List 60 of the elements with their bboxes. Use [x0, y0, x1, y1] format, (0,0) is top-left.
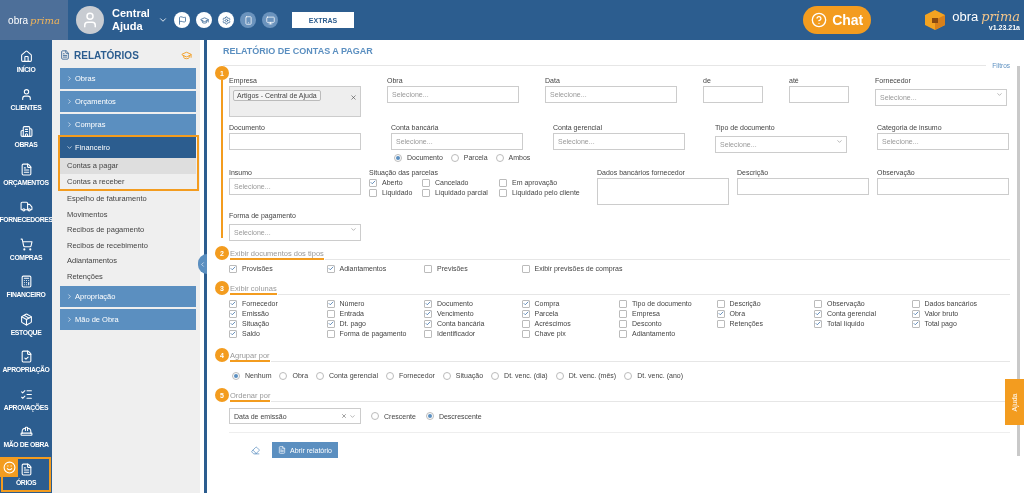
- checkmark-icon: [370, 179, 376, 186]
- document-icon[interactable]: [19, 162, 33, 176]
- chevron-down-icon: [66, 144, 73, 151]
- monitor-button[interactable]: [262, 12, 278, 28]
- document-icon[interactable]: [19, 462, 33, 476]
- help-icon: [811, 12, 828, 28]
- checkmark-icon: [230, 265, 236, 272]
- sidebar-title: RELATÓRIOS: [74, 49, 139, 61]
- collapse-tab[interactable]: [198, 254, 207, 274]
- flag-icon: [177, 15, 187, 25]
- avatar[interactable]: [76, 6, 104, 34]
- clear-icon[interactable]: [341, 413, 347, 419]
- checklist-icon[interactable]: [19, 387, 33, 401]
- buildings-icon[interactable]: [19, 125, 33, 139]
- caret-icon: [350, 226, 357, 233]
- document-icon: [278, 446, 286, 454]
- truck-icon[interactable]: [19, 200, 33, 214]
- input-field[interactable]: [703, 86, 763, 103]
- user-name[interactable]: Central Ajuda: [112, 7, 158, 33]
- home-icon[interactable]: [19, 50, 33, 64]
- checkmark-icon: [717, 310, 724, 317]
- clear-icon[interactable]: [350, 94, 357, 101]
- chevron-right-icon: [66, 98, 73, 105]
- settings-icon: [221, 15, 231, 25]
- chevron-right-icon: [66, 75, 73, 82]
- input-field[interactable]: [789, 86, 849, 103]
- caret-icon: [996, 91, 1003, 98]
- chevron-right-icon: [66, 293, 73, 300]
- checkmark-icon: [327, 265, 334, 272]
- flag-button[interactable]: [174, 12, 190, 28]
- monitor-icon: [265, 15, 275, 25]
- chevron-icon[interactable]: [158, 15, 168, 25]
- checkmark-icon: [327, 300, 334, 307]
- graduation-cap-icon: [199, 15, 209, 25]
- brand-name: obra prima: [952, 9, 1020, 24]
- graduation-cap-button[interactable]: [196, 12, 212, 28]
- user-icon[interactable]: [19, 87, 33, 101]
- user-icon: [81, 11, 99, 29]
- document-check-icon[interactable]: [19, 350, 33, 364]
- calculator-icon[interactable]: [19, 275, 33, 289]
- input-field[interactable]: [229, 133, 361, 150]
- chevron-right-icon: [66, 121, 73, 128]
- cube-logo-icon: [923, 8, 948, 32]
- caret-icon: [349, 412, 356, 420]
- phone-icon: [243, 15, 253, 25]
- cart-icon[interactable]: [19, 237, 33, 251]
- document-icon: [60, 50, 70, 60]
- input-field[interactable]: [737, 178, 869, 195]
- settings-button[interactable]: [218, 12, 234, 28]
- caret-icon: [836, 138, 843, 145]
- input-field[interactable]: [877, 178, 1009, 195]
- phone-button[interactable]: [240, 12, 256, 28]
- page-title: RELATÓRIO DE CONTAS A PAGAR: [223, 46, 374, 58]
- chevron-right-icon: [66, 316, 73, 323]
- box-icon[interactable]: [19, 312, 33, 326]
- chevron-left-icon: [199, 260, 206, 268]
- checkmark-icon: [327, 320, 334, 327]
- hard-hat-icon[interactable]: [19, 425, 33, 439]
- smiley-icon: [2, 460, 16, 474]
- logo[interactable]: obra prima: [0, 0, 68, 40]
